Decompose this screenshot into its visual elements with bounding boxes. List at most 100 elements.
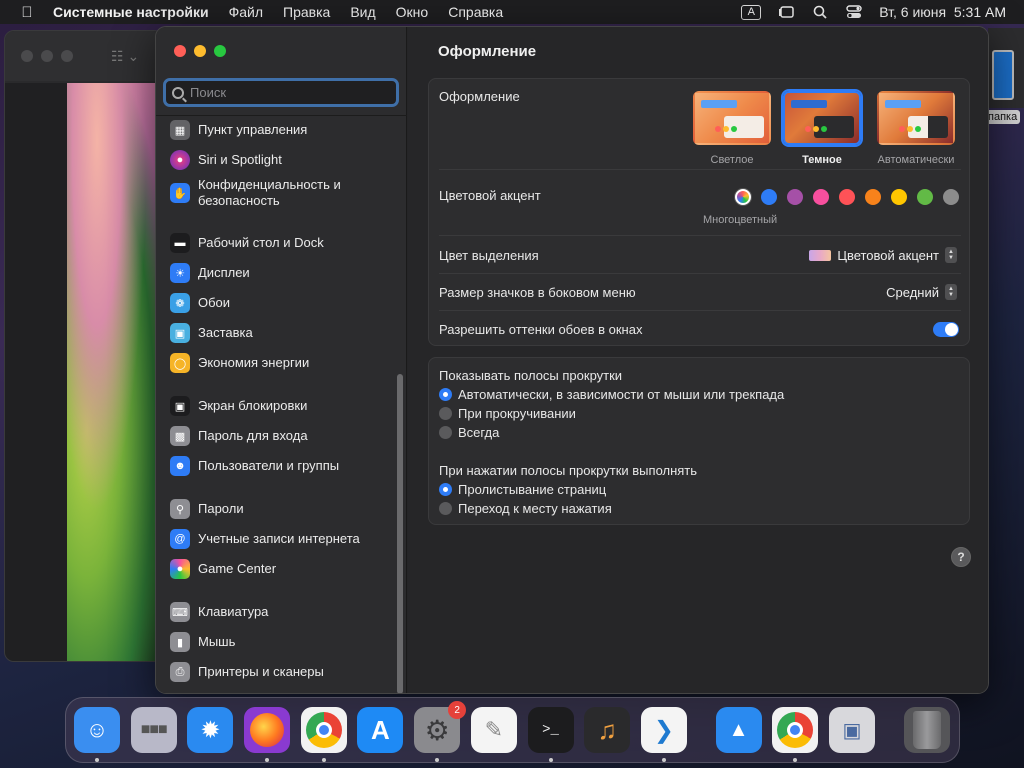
sidebar-item[interactable]: ▩ Пароль для входа bbox=[170, 426, 308, 446]
theme-light[interactable]: Светлое bbox=[691, 91, 773, 166]
system-settings-icon[interactable]: ⚙ 2 bbox=[414, 701, 467, 762]
menu-view[interactable]: Вид bbox=[340, 4, 385, 20]
theme-auto[interactable]: Автоматически bbox=[875, 91, 957, 166]
chrome-icon[interactable] bbox=[300, 707, 347, 762]
sidebar-item-label: Экономия энергии bbox=[198, 355, 310, 370]
menu-edit[interactable]: Правка bbox=[273, 4, 340, 20]
accent-color-swatch[interactable] bbox=[917, 189, 933, 205]
radio-button[interactable] bbox=[439, 502, 452, 515]
background-window: ☷ ⌄ bbox=[4, 30, 164, 662]
right-edge-window bbox=[988, 28, 1024, 108]
dock-icon: ▬ bbox=[170, 233, 190, 253]
menu-app-name[interactable]: Системные настройки bbox=[44, 4, 219, 20]
sidebar-item[interactable]: ⚲ Пароли bbox=[170, 499, 244, 519]
sidebar-item[interactable]: ☻ Пользователи и группы bbox=[170, 456, 339, 476]
finder-icon[interactable]: ☺ bbox=[74, 707, 120, 762]
sidebar-item[interactable]: ❁ Обои bbox=[170, 293, 230, 313]
textedit-icon[interactable]: ✎ bbox=[470, 707, 517, 753]
apple-menu-icon[interactable]:  bbox=[10, 4, 44, 21]
keyboard-icon: ⌨ bbox=[170, 602, 190, 622]
input-source-icon[interactable]: A bbox=[741, 4, 762, 20]
sidebar-icon-size-popup[interactable]: Средний ▲ ▼ bbox=[886, 284, 957, 300]
sidebar-item-label: Клавиатура bbox=[198, 604, 269, 619]
scrollbar-option-always[interactable]: Всегда bbox=[439, 425, 499, 440]
accent-color-swatch[interactable] bbox=[839, 189, 855, 205]
chrome-2-icon[interactable] bbox=[772, 707, 819, 762]
sidebar-item[interactable]: ● Game Center bbox=[170, 559, 276, 579]
app-store-icon[interactable]: A bbox=[357, 707, 404, 753]
accent-color-swatch[interactable] bbox=[865, 189, 881, 205]
accent-color-swatch[interactable] bbox=[761, 189, 777, 205]
sidebar-item[interactable]: ⎙ Принтеры и сканеры bbox=[170, 662, 324, 682]
appearance-panel: Оформление Светлое Темное Автоматически … bbox=[428, 78, 970, 346]
sidebar-scrollbar[interactable] bbox=[397, 374, 403, 693]
radio-button[interactable] bbox=[439, 388, 452, 401]
firefox-icon[interactable] bbox=[244, 707, 291, 762]
close-button[interactable] bbox=[174, 45, 186, 57]
vscode-icon[interactable]: ❯ bbox=[640, 707, 687, 762]
desktop-folder-label[interactable]: папка bbox=[985, 110, 1021, 124]
sidebar-item-label: Принтеры и сканеры bbox=[198, 664, 324, 679]
users-icon: ☻ bbox=[170, 456, 190, 476]
click-option-next-page[interactable]: Пролистывание страниц bbox=[439, 482, 606, 497]
spotlight-search-icon[interactable] bbox=[811, 5, 829, 19]
sidebar-item[interactable]: ◯ Экономия энергии bbox=[170, 353, 309, 373]
safari-icon[interactable]: ✹ bbox=[187, 707, 234, 753]
sidebar-item-label: Конфиденциальность и безопасность bbox=[198, 177, 341, 208]
help-button[interactable]: ? bbox=[951, 547, 971, 567]
highlight-color-label: Цвет выделения bbox=[439, 248, 539, 263]
control-center-icon: ▦ bbox=[170, 120, 190, 140]
sidebar-item-label: Дисплеи bbox=[198, 265, 250, 280]
sidebar-item[interactable]: ▬ Рабочий стол и Dock bbox=[170, 233, 324, 253]
garageband-icon[interactable]: ♫ bbox=[584, 707, 631, 753]
accent-color-swatch[interactable] bbox=[891, 189, 907, 205]
scrollbar-option-scrolling[interactable]: При прокручивании bbox=[439, 406, 576, 421]
accent-color-swatch[interactable] bbox=[943, 189, 959, 205]
theme-dark[interactable]: Темное bbox=[781, 91, 863, 166]
sidebar-item[interactable]: ▣ Заставка bbox=[170, 323, 253, 343]
sidebar-toggle-icon: ☷ ⌄ bbox=[111, 47, 140, 64]
sidebar-item[interactable]: ✋ Конфиденциальность и безопасность bbox=[170, 177, 368, 209]
sidebar-item-label: Пароль для входа bbox=[198, 428, 308, 443]
search-input[interactable] bbox=[190, 85, 380, 100]
menubar-clock[interactable]: Вт, 6 июня 5:31 AM bbox=[879, 4, 1006, 20]
running-indicator bbox=[321, 758, 326, 762]
sidebar-item[interactable]: ☀ Дисплеи bbox=[170, 263, 250, 283]
sidebar-item[interactable]: ● Siri и Spotlight bbox=[170, 150, 282, 170]
click-option-jump-here[interactable]: Переход к месту нажатия bbox=[439, 501, 612, 516]
terminal-icon[interactable]: >_ bbox=[527, 707, 574, 762]
radio-button[interactable] bbox=[439, 483, 452, 496]
sidebar-item[interactable]: ▣ Экран блокировки bbox=[170, 396, 307, 416]
sidebar-item[interactable]: ⌨ Клавиатура bbox=[170, 602, 268, 622]
sidebar-item[interactable]: @ Учетные записи интернета bbox=[170, 529, 360, 549]
preview-icon[interactable]: ▣ bbox=[828, 707, 875, 753]
launchpad-icon[interactable]: ■■■ bbox=[130, 707, 177, 753]
zoom-button[interactable] bbox=[214, 45, 226, 57]
accent-color-swatch[interactable] bbox=[813, 189, 829, 205]
sidebar-item[interactable]: ▮ Мышь bbox=[170, 632, 235, 652]
menu-window[interactable]: Окно bbox=[386, 4, 439, 20]
lock-icon: ▩ bbox=[170, 426, 190, 446]
siri-icon: ● bbox=[170, 150, 190, 170]
trash-icon[interactable] bbox=[903, 707, 950, 753]
menu-file[interactable]: Файл bbox=[219, 4, 273, 20]
keynote-icon[interactable]: ▲ bbox=[715, 707, 762, 753]
show-scrollbars-label: Показывать полосы прокрутки bbox=[439, 368, 623, 383]
radio-button[interactable] bbox=[439, 407, 452, 420]
scrollbar-option-auto[interactable]: Автоматически, в зависимости от мыши или… bbox=[439, 387, 784, 402]
wallpaper-tinting-toggle[interactable] bbox=[933, 322, 959, 337]
search-field[interactable] bbox=[163, 78, 399, 107]
accent-color-swatch[interactable] bbox=[787, 189, 803, 205]
sidebar-item[interactable]: ▦ Пункт управления bbox=[170, 120, 307, 140]
system-settings-window: ▦ Пункт управления ● Siri и Spotlight ✋ Конфи… bbox=[155, 26, 989, 694]
menu-help[interactable]: Справка bbox=[438, 4, 513, 20]
minimize-button[interactable] bbox=[194, 45, 206, 57]
accent-multicolor[interactable] bbox=[735, 189, 751, 205]
stage-manager-icon[interactable] bbox=[777, 5, 795, 19]
running-indicator bbox=[265, 758, 270, 762]
radio-button[interactable] bbox=[439, 426, 452, 439]
control-center-menu-icon[interactable] bbox=[845, 5, 863, 19]
highlight-swatch bbox=[809, 249, 832, 261]
sidebar-item-label: Пункт управления bbox=[198, 122, 308, 137]
highlight-color-popup[interactable]: Цветовой акцент ▲ ▼ bbox=[809, 247, 957, 263]
